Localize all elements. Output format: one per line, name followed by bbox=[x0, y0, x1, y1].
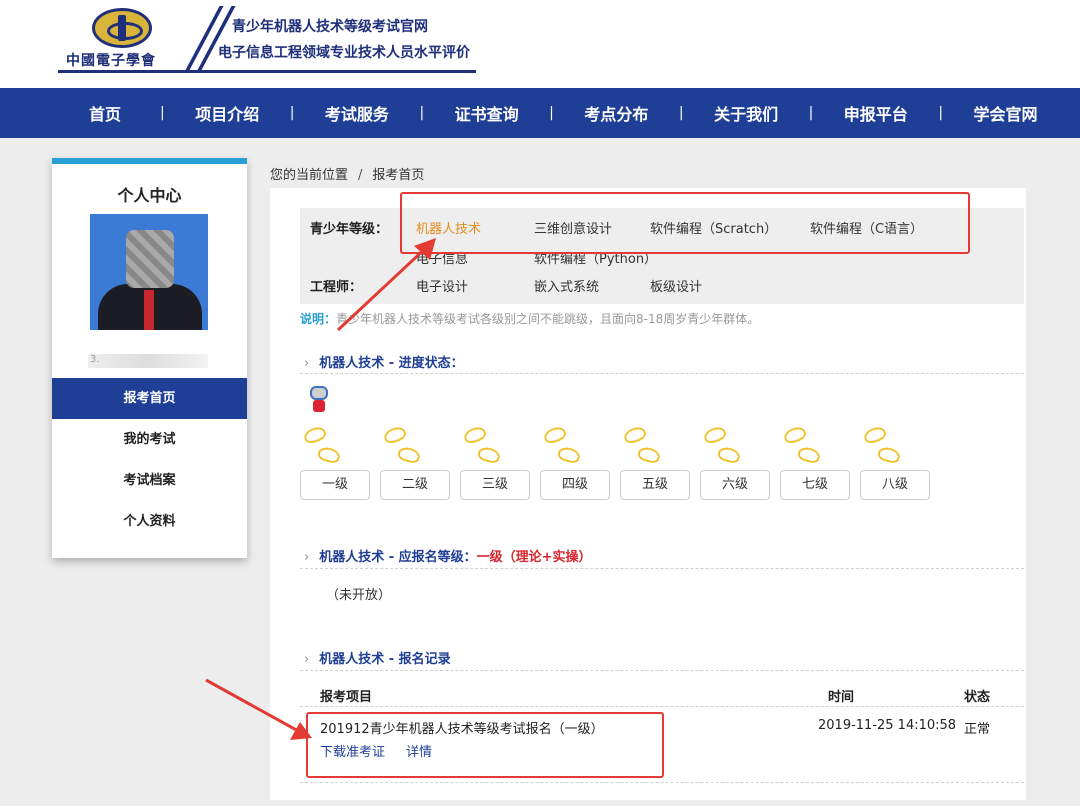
category-scratch[interactable]: 软件编程（Scratch） bbox=[650, 218, 810, 237]
footprint-icon bbox=[862, 424, 902, 466]
breadcrumb-prefix: 您的当前位置 bbox=[270, 168, 349, 183]
note-text: 青少年机器人技术等级考试各级别之间不能跳级，且面向8-18周岁青少年群体。 bbox=[336, 312, 760, 326]
progress-title-text: 机器人技术 - 进度状态： bbox=[319, 356, 464, 371]
breadcrumb-separator: / bbox=[358, 168, 363, 183]
column-header-time: 时间 bbox=[828, 690, 855, 705]
record-status: 正常 bbox=[964, 722, 991, 737]
sidebar-item-profile[interactable]: 个人资料 bbox=[52, 501, 247, 542]
nav-society-site[interactable]: 学会官网 bbox=[943, 101, 1068, 125]
level-7-button[interactable]: 七级 bbox=[780, 470, 850, 500]
registration-status: （未开放） bbox=[326, 588, 392, 603]
avatar-tie bbox=[144, 290, 154, 330]
record-time: 2019-11-25 14:10:58 bbox=[818, 718, 957, 733]
apply-level-title-text: 机器人技术 - 应报名等级： bbox=[319, 550, 477, 565]
avatar bbox=[90, 214, 208, 330]
youth-category-row: 青少年等级： 机器人技术 三维创意设计 软件编程（Scratch） 软件编程（C… bbox=[310, 218, 923, 237]
apply-level-section-title: › 机器人技术 - 应报名等级：一级（理论+实操） bbox=[304, 546, 592, 565]
progress-section-title: › 机器人技术 - 进度状态： bbox=[304, 352, 464, 371]
records-title-text: 机器人技术 - 报名记录 bbox=[319, 652, 451, 667]
main-nav: 首页 | 项目介绍 | 考试服务 | 证书查询 | 考点分布 | 关于我们 | … bbox=[0, 88, 1080, 138]
footprint-icon bbox=[782, 424, 822, 466]
level-4-button[interactable]: 四级 bbox=[540, 470, 610, 500]
avatar-pixelated-face bbox=[126, 230, 174, 288]
user-id-blurred: 3. bbox=[88, 354, 208, 368]
nav-exam-service[interactable]: 考试服务 bbox=[294, 101, 419, 125]
youth-category-row-2: 电子信息 软件编程（Python） bbox=[310, 248, 657, 267]
category-electronics[interactable]: 电子信息 bbox=[416, 248, 534, 267]
records-section-title: › 机器人技术 - 报名记录 bbox=[304, 648, 451, 667]
footprint-icon bbox=[302, 424, 342, 466]
engineer-category-label: 工程师： bbox=[310, 280, 363, 295]
level-6-button[interactable]: 六级 bbox=[700, 470, 770, 500]
divider bbox=[300, 782, 1024, 783]
sidebar-item-my-exams[interactable]: 我的考试 bbox=[52, 419, 247, 460]
chevron-right-icon: › bbox=[304, 356, 310, 371]
chevron-right-icon: › bbox=[304, 550, 310, 565]
footprint-icon bbox=[382, 424, 422, 466]
category-note: 说明：青少年机器人技术等级考试各级别之间不能跳级，且面向8-18周岁青少年群体。 bbox=[300, 310, 759, 327]
site-subtitle: 电子信息工程领域专业技术人员水平评价 bbox=[218, 45, 470, 61]
logo-text: 中國電子學會 bbox=[66, 53, 156, 69]
sidebar-item-exam-home[interactable]: 报考首页 bbox=[52, 378, 247, 419]
nav-project-intro[interactable]: 项目介绍 bbox=[165, 101, 290, 125]
column-header-status: 状态 bbox=[964, 690, 991, 705]
level-1-button[interactable]: 一级 bbox=[300, 470, 370, 500]
record-project: 201912青少年机器人技术等级考试报名（一级） bbox=[320, 722, 604, 737]
divider bbox=[300, 568, 1024, 569]
note-label: 说明： bbox=[300, 312, 337, 326]
chevron-right-icon: › bbox=[304, 652, 310, 667]
category-selector: 青少年等级： 机器人技术 三维创意设计 软件编程（Scratch） 软件编程（C… bbox=[300, 208, 1024, 304]
nav-certificate-query[interactable]: 证书查询 bbox=[424, 101, 549, 125]
divider bbox=[300, 706, 1024, 707]
level-5-button[interactable]: 五级 bbox=[620, 470, 690, 500]
youth-category-label: 青少年等级： bbox=[310, 222, 389, 237]
divider bbox=[300, 670, 1024, 671]
site-logo[interactable]: 中國電子學會 青少年机器人技术等级考试官网 电子信息工程领域专业技术人员水平评价 bbox=[58, 4, 478, 74]
footprint-icon bbox=[702, 424, 742, 466]
column-header-project: 报考项目 bbox=[320, 690, 373, 705]
download-admission-ticket-link[interactable]: 下载准考证 bbox=[320, 741, 385, 760]
category-c-language[interactable]: 软件编程（C语言） bbox=[810, 218, 923, 237]
level-8-button[interactable]: 八级 bbox=[860, 470, 930, 500]
logo-underline bbox=[58, 70, 476, 73]
site-header: 中國電子學會 青少年机器人技术等级考试官网 电子信息工程领域专业技术人员水平评价 bbox=[0, 0, 1080, 88]
personal-center-sidebar: 个人中心 3. 报考首页 我的考试 考试档案 个人资料 bbox=[52, 158, 247, 558]
divider bbox=[300, 373, 1024, 374]
sidebar-menu: 报考首页 我的考试 考试档案 个人资料 bbox=[52, 378, 247, 542]
category-3d-design[interactable]: 三维创意设计 bbox=[534, 218, 650, 237]
nav-home[interactable]: 首页 bbox=[50, 101, 160, 125]
level-3-button[interactable]: 三级 bbox=[460, 470, 530, 500]
main-panel: 青少年等级： 机器人技术 三维创意设计 软件编程（Scratch） 软件编程（C… bbox=[270, 188, 1026, 800]
footprint-icon bbox=[542, 424, 582, 466]
site-title: 青少年机器人技术等级考试官网 bbox=[232, 19, 428, 35]
footprint-icon bbox=[622, 424, 662, 466]
category-embedded-systems[interactable]: 嵌入式系统 bbox=[534, 276, 650, 295]
category-robotics[interactable]: 机器人技术 bbox=[416, 218, 534, 237]
category-python[interactable]: 软件编程（Python） bbox=[534, 248, 657, 267]
category-electronic-design[interactable]: 电子设计 bbox=[416, 276, 534, 295]
nav-about-us[interactable]: 关于我们 bbox=[684, 101, 809, 125]
nav-apply-platform[interactable]: 申报平台 bbox=[813, 101, 938, 125]
footprint-icon bbox=[462, 424, 502, 466]
record-details-link[interactable]: 详情 bbox=[406, 741, 432, 760]
breadcrumb-current[interactable]: 报考首页 bbox=[372, 168, 424, 183]
sidebar-item-exam-records[interactable]: 考试档案 bbox=[52, 460, 247, 501]
category-board-design[interactable]: 板级设计 bbox=[650, 276, 702, 295]
breadcrumb: 您的当前位置 / 报考首页 bbox=[270, 164, 424, 183]
level-2-button[interactable]: 二级 bbox=[380, 470, 450, 500]
cie-emblem-icon bbox=[92, 8, 152, 48]
robot-mascot-icon bbox=[306, 386, 332, 416]
nav-exam-sites[interactable]: 考点分布 bbox=[554, 101, 679, 125]
apply-level-value: 一级（理论+实操） bbox=[476, 550, 592, 565]
engineer-category-row: 工程师： 电子设计 嵌入式系统 板级设计 bbox=[310, 276, 702, 295]
sidebar-title: 个人中心 bbox=[117, 186, 182, 205]
